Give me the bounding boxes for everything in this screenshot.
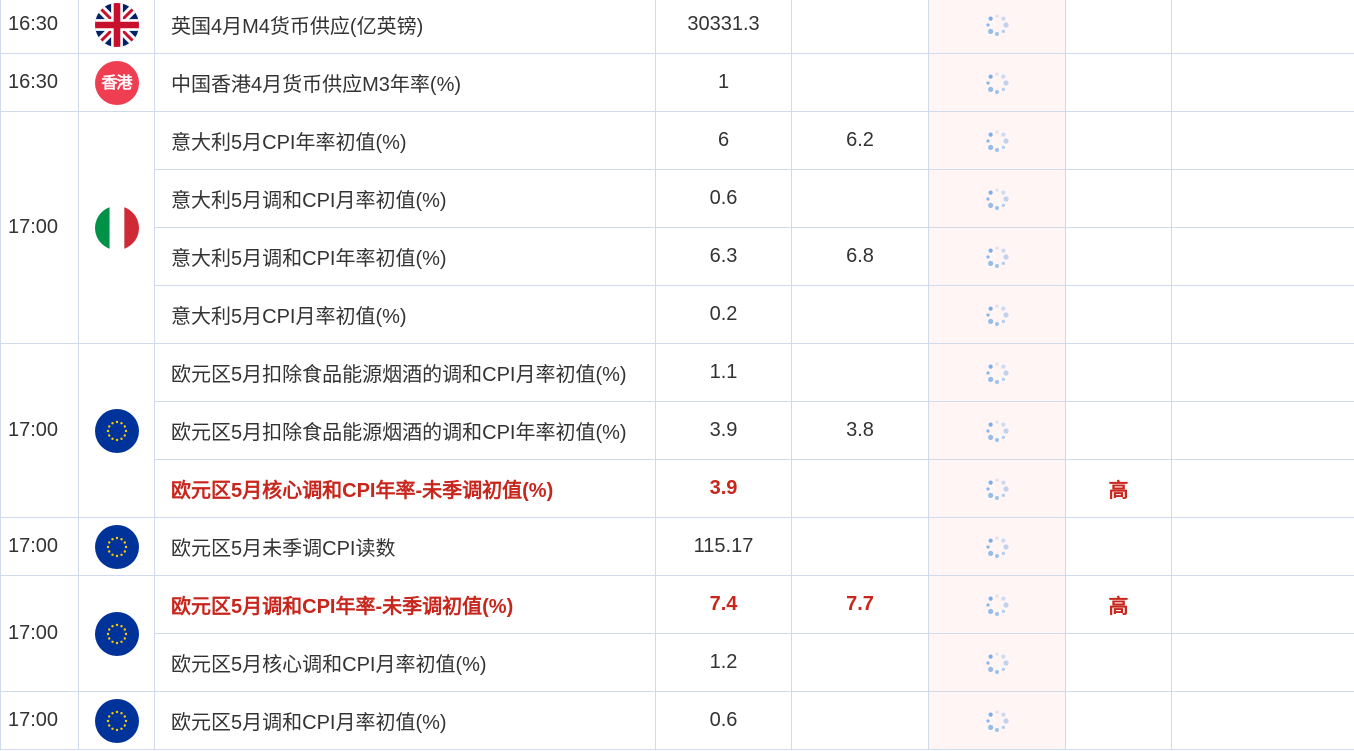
economic-calendar-table: 16:30 英国4月M4货币供应(亿英镑) 30331.3 16:30 香港 中…	[0, 0, 1354, 750]
table-row[interactable]: 17:00 欧元区5月未季调CPI读数 115.17	[0, 517, 1354, 576]
importance-label	[1065, 53, 1172, 112]
loading-spinner-icon	[986, 709, 1009, 732]
eu-flag-icon	[94, 524, 139, 569]
event-name[interactable]: 意大利5月CPI年率初值(%)	[154, 111, 656, 170]
hk-flag-icon: 香港	[94, 60, 139, 105]
event-time: 17:00	[0, 343, 79, 518]
loading-spinner-icon	[986, 129, 1009, 152]
event-time: 16:30	[0, 53, 79, 112]
actual-value: 6.3	[655, 227, 792, 286]
importance-label: 高	[1065, 575, 1172, 634]
event-name[interactable]: 意大利5月CPI月率初值(%)	[154, 285, 656, 344]
table-row[interactable]: 意大利5月CPI月率初值(%) 0.2	[1, 285, 1354, 344]
forecast-value	[791, 343, 929, 402]
forecast-value	[791, 285, 929, 344]
table-row[interactable]: 17:00 欧元区5月调和CPI年率-未季调初值(%) 7.4 7.7 高	[0, 575, 1354, 692]
importance-label	[1065, 343, 1172, 402]
loading-spinner-icon	[986, 419, 1009, 442]
importance-label	[1065, 285, 1172, 344]
importance-label	[1065, 401, 1172, 460]
table-row[interactable]: 17:00 意大利5月CPI年率初值(%) 6 6.2	[0, 111, 1354, 344]
forecast-value	[791, 517, 929, 576]
importance-label: 高	[1065, 459, 1172, 518]
loading-spinner-icon	[986, 593, 1009, 616]
loading-spinner-icon	[986, 187, 1009, 210]
actual-value: 3.9	[655, 459, 792, 518]
forecast-value	[791, 459, 929, 518]
loading-spinner-icon	[986, 361, 1009, 384]
actual-value: 0.6	[655, 691, 792, 750]
actual-value: 1.1	[655, 343, 792, 402]
forecast-value: 7.7	[791, 575, 929, 634]
event-time: 17:00	[0, 691, 79, 750]
event-name[interactable]: 欧元区5月核心调和CPI月率初值(%)	[154, 633, 656, 692]
importance-label	[1065, 633, 1172, 692]
forecast-value: 6.8	[791, 227, 929, 286]
italy-flag-icon	[94, 205, 139, 250]
importance-label	[1065, 517, 1172, 576]
table-row[interactable]: 欧元区5月核心调和CPI年率-未季调初值(%) 3.9 高	[1, 459, 1354, 518]
table-row[interactable]: 16:30 英国4月M4货币供应(亿英镑) 30331.3	[0, 0, 1354, 54]
loading-spinner-icon	[986, 71, 1009, 94]
loading-spinner-icon	[986, 245, 1009, 268]
forecast-value: 3.8	[791, 401, 929, 460]
event-time: 17:00	[0, 111, 79, 344]
actual-value: 0.6	[655, 169, 792, 228]
actual-value: 7.4	[655, 575, 792, 634]
event-name[interactable]: 欧元区5月未季调CPI读数	[154, 517, 656, 576]
loading-spinner-icon	[986, 303, 1009, 326]
actual-value: 115.17	[655, 517, 792, 576]
event-name[interactable]: 英国4月M4货币供应(亿英镑)	[154, 0, 656, 54]
actual-value: 1.2	[655, 633, 792, 692]
table-row[interactable]: 意大利5月调和CPI年率初值(%) 6.3 6.8	[1, 227, 1354, 286]
importance-label	[1065, 169, 1172, 228]
forecast-value: 6.2	[791, 111, 929, 170]
event-name[interactable]: 欧元区5月调和CPI年率-未季调初值(%)	[154, 575, 656, 634]
eu-flag-icon	[94, 408, 139, 453]
actual-value: 1	[655, 53, 792, 112]
loading-spinner-icon	[986, 651, 1009, 674]
event-name[interactable]: 欧元区5月核心调和CPI年率-未季调初值(%)	[154, 459, 656, 518]
event-name[interactable]: 欧元区5月扣除食品能源烟酒的调和CPI月率初值(%)	[154, 343, 656, 402]
actual-value: 3.9	[655, 401, 792, 460]
event-name[interactable]: 中国香港4月货币供应M3年率(%)	[154, 53, 656, 112]
table-row[interactable]: 欧元区5月核心调和CPI月率初值(%) 1.2	[1, 633, 1354, 692]
event-time: 16:30	[0, 0, 79, 54]
event-name[interactable]: 欧元区5月调和CPI月率初值(%)	[154, 691, 656, 750]
actual-value: 0.2	[655, 285, 792, 344]
actual-value: 30331.3	[655, 0, 792, 54]
event-name[interactable]: 意大利5月调和CPI月率初值(%)	[154, 169, 656, 228]
table-row[interactable]: 16:30 香港 中国香港4月货币供应M3年率(%) 1	[0, 53, 1354, 112]
forecast-value	[791, 53, 929, 112]
actual-value: 6	[655, 111, 792, 170]
event-time: 17:00	[0, 517, 79, 576]
table-row[interactable]: 17:00 欧元区5月扣除食品能源烟酒的调和CPI月率初值(%) 1.1	[0, 343, 1354, 518]
forecast-value	[791, 0, 929, 54]
importance-label	[1065, 691, 1172, 750]
table-row[interactable]: 欧元区5月扣除食品能源烟酒的调和CPI年率初值(%) 3.9 3.8	[1, 401, 1354, 460]
loading-spinner-icon	[986, 13, 1009, 36]
forecast-value	[791, 691, 929, 750]
forecast-value	[791, 169, 929, 228]
event-time: 17:00	[0, 575, 79, 692]
uk-flag-icon	[94, 2, 139, 47]
loading-spinner-icon	[986, 477, 1009, 500]
importance-label	[1065, 111, 1172, 170]
event-name[interactable]: 意大利5月调和CPI年率初值(%)	[154, 227, 656, 286]
table-row[interactable]: 意大利5月调和CPI月率初值(%) 0.6	[1, 169, 1354, 228]
eu-flag-icon	[94, 698, 139, 743]
loading-spinner-icon	[986, 535, 1009, 558]
forecast-value	[791, 633, 929, 692]
importance-label	[1065, 0, 1172, 54]
table-row[interactable]: 17:00 欧元区5月调和CPI月率初值(%) 0.6	[0, 691, 1354, 750]
importance-label	[1065, 227, 1172, 286]
event-name[interactable]: 欧元区5月扣除食品能源烟酒的调和CPI年率初值(%)	[154, 401, 656, 460]
eu-flag-icon	[94, 611, 139, 656]
